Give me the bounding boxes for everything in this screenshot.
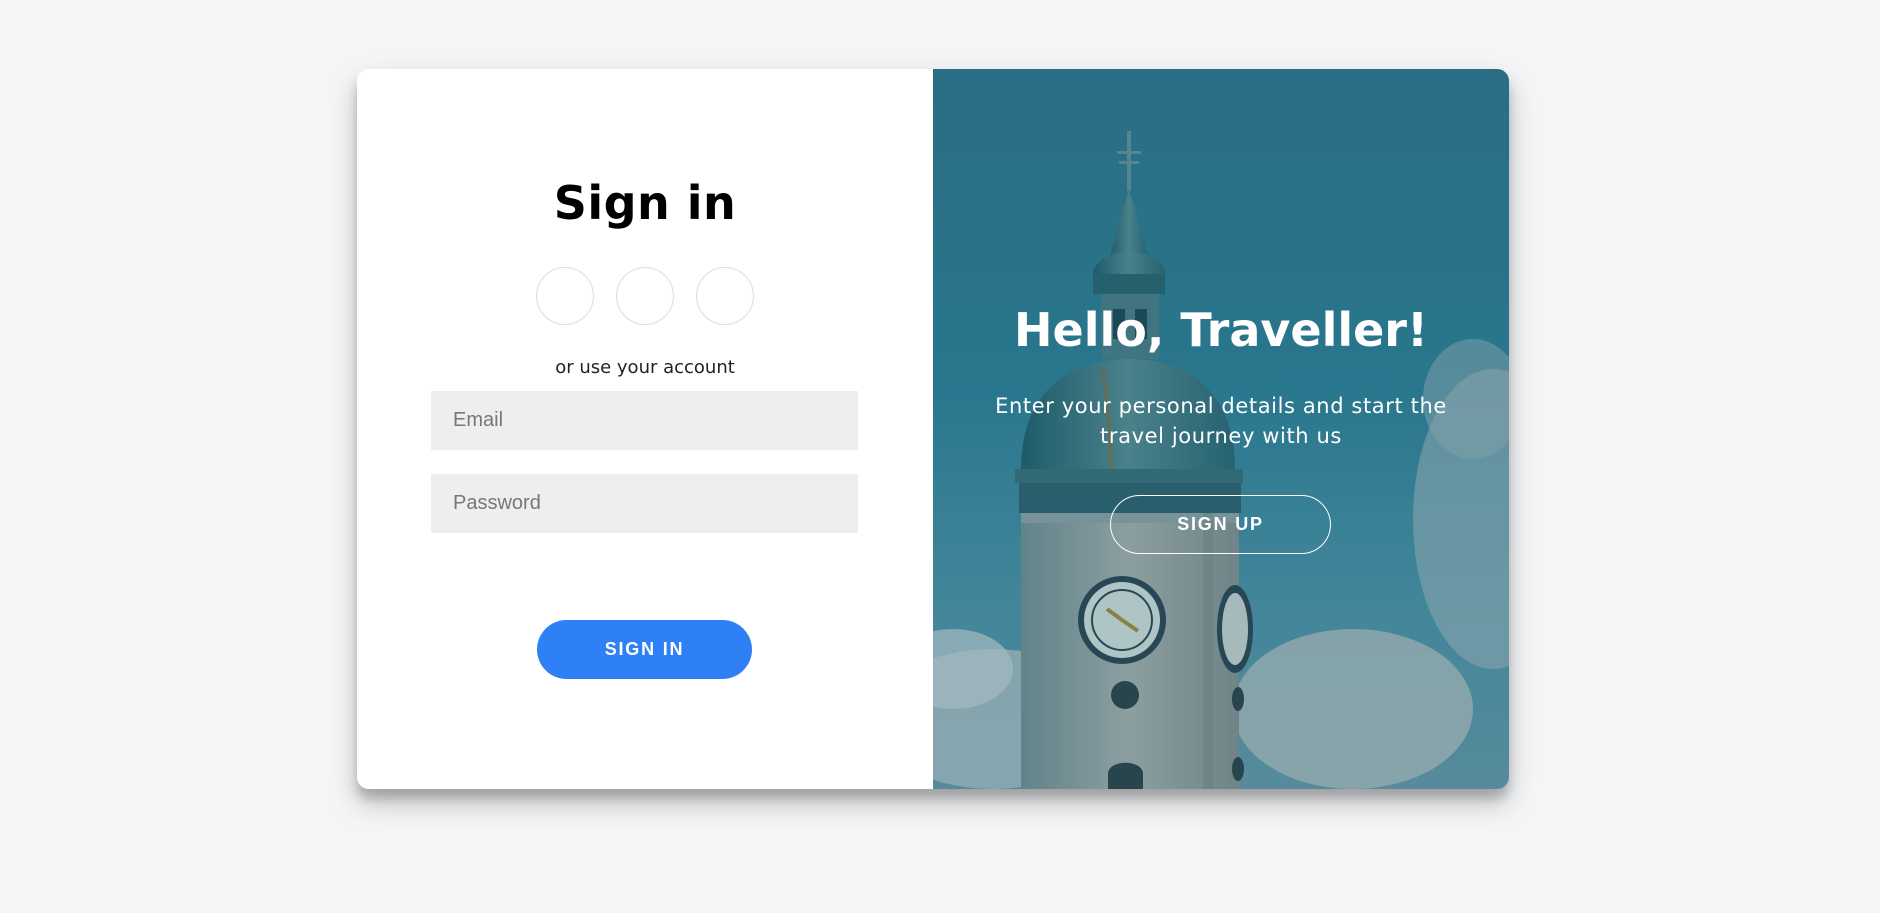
auth-card: Sign in or use your account SIGN IN: [357, 69, 1509, 789]
social-button-3[interactable]: [696, 267, 754, 325]
welcome-title: Hello, Traveller!: [1014, 303, 1428, 357]
welcome-panel: Hello, Traveller! Enter your personal de…: [933, 69, 1509, 789]
signin-title: Sign in: [553, 176, 737, 230]
sign-in-button[interactable]: SIGN IN: [537, 620, 752, 679]
password-field[interactable]: [431, 474, 858, 533]
email-field[interactable]: [431, 391, 858, 450]
alt-signin-text: or use your account: [555, 357, 735, 378]
social-buttons: [357, 267, 933, 325]
social-button-1[interactable]: [536, 267, 594, 325]
welcome-text: Enter your personal details and start th…: [995, 394, 1447, 448]
social-button-2[interactable]: [616, 267, 674, 325]
signin-panel: Sign in or use your account SIGN IN: [357, 69, 933, 789]
sign-up-button[interactable]: SIGN UP: [1110, 495, 1331, 554]
